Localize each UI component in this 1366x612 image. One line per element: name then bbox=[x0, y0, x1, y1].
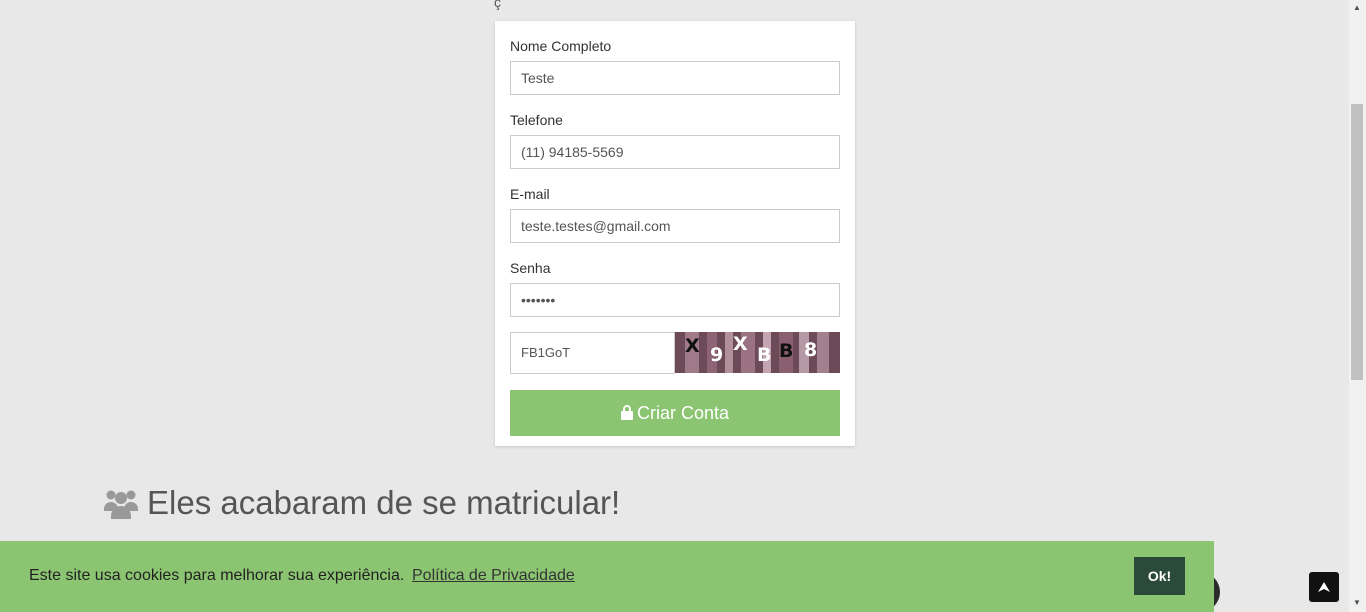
scrollbar-thumb[interactable] bbox=[1351, 104, 1363, 380]
scroll-down-arrow[interactable]: ▼ bbox=[1353, 598, 1361, 607]
top-cut-glyph: ç bbox=[494, 0, 501, 10]
cookie-message: Este site usa cookies para melhorar sua … bbox=[29, 567, 405, 584]
section-heading: Eles acabaram de se matricular! bbox=[104, 484, 620, 522]
captcha-char: 9 bbox=[710, 344, 724, 366]
captcha-char: X bbox=[685, 335, 700, 357]
lock-icon bbox=[620, 405, 633, 420]
password-label: Senha bbox=[510, 260, 551, 276]
captcha-image: X 9 X B B 8 bbox=[675, 332, 840, 373]
name-input[interactable]: Teste bbox=[510, 61, 840, 95]
cookie-banner: Este site usa cookies para melhorar sua … bbox=[0, 541, 1214, 612]
password-input[interactable]: ••••••• bbox=[510, 283, 840, 317]
arrow-up-icon bbox=[1318, 582, 1330, 592]
name-label: Nome Completo bbox=[510, 38, 612, 54]
users-icon bbox=[104, 490, 138, 519]
email-input[interactable]: teste.testes@gmail.com bbox=[510, 209, 840, 243]
signup-form-card: Nome Completo Teste Telefone (11) 94185-… bbox=[495, 21, 855, 446]
back-to-top-button[interactable] bbox=[1309, 572, 1339, 602]
captcha-char: 8 bbox=[804, 339, 818, 361]
create-account-label: Criar Conta bbox=[636, 403, 730, 423]
captcha-char: B bbox=[779, 340, 794, 362]
privacy-policy-link[interactable]: Política de Privacidade bbox=[412, 567, 575, 585]
phone-label: Telefone bbox=[510, 112, 563, 128]
captcha-char: B bbox=[757, 344, 772, 366]
captcha-char: X bbox=[733, 333, 748, 355]
scroll-up-arrow[interactable]: ▲ bbox=[1353, 3, 1361, 12]
phone-input[interactable]: (11) 94185-5569 bbox=[510, 135, 840, 169]
email-label: E-mail bbox=[510, 186, 550, 202]
captcha-input[interactable]: FB1GoT bbox=[510, 332, 675, 374]
scrollbar[interactable]: ▲ ▼ bbox=[1349, 0, 1366, 612]
cookie-ok-button[interactable]: Ok! bbox=[1134, 557, 1185, 595]
create-account-button[interactable]: Criar Conta bbox=[510, 390, 840, 436]
section-heading-text: Eles acabaram de se matricular! bbox=[147, 484, 621, 521]
